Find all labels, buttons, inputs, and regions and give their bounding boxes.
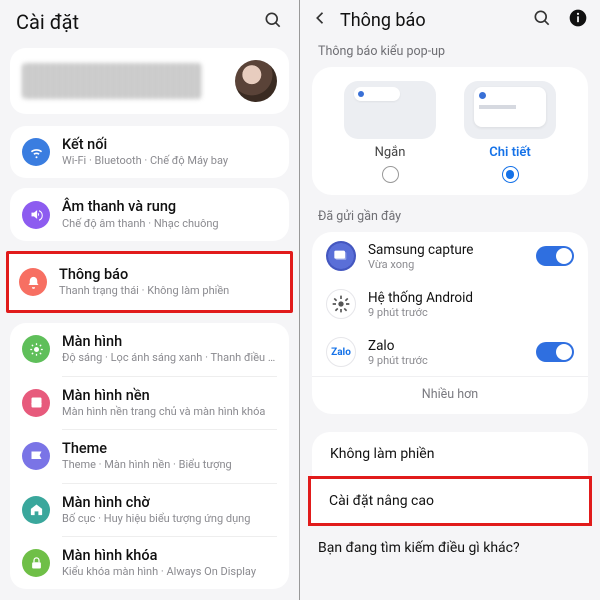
recent-app-row[interactable]: Samsung captureVừa xong xyxy=(312,232,588,280)
app-time: 9 phút trước xyxy=(368,354,524,367)
popup-style-detail[interactable]: Chi tiết xyxy=(459,81,561,183)
bell-icon xyxy=(19,268,47,296)
app-name: Hệ thống Android xyxy=(368,290,574,306)
settings-title: Cài đặt xyxy=(16,10,79,34)
row-subtitle: Chế độ âm thanh · Nhạc chuông xyxy=(62,217,277,231)
profile-name-blurred xyxy=(22,63,202,99)
recent-app-row[interactable]: ZaloZalo9 phút trước xyxy=(312,328,588,376)
row-title: Âm thanh và rung xyxy=(62,198,277,216)
row-title: Màn hình khóa xyxy=(62,547,277,565)
app-time: 9 phút trước xyxy=(368,306,574,319)
app-time: Vừa xong xyxy=(368,258,524,271)
android-system-icon xyxy=(326,289,356,319)
row-title: Theme xyxy=(62,440,277,458)
theme-icon xyxy=(22,442,50,470)
settings-row-wifi[interactable]: Kết nốiWi-Fi · Bluetooth · Chế độ Máy ba… xyxy=(10,126,289,178)
popup-style-label: Thông báo kiểu pop-up xyxy=(300,38,600,63)
back-icon[interactable] xyxy=(312,9,330,31)
wall-icon xyxy=(22,389,50,417)
lock-icon xyxy=(22,549,50,577)
settings-row-bell-highlighted[interactable]: Thông báoThanh trạng thái · Không làm ph… xyxy=(6,251,293,313)
settings-row-sun[interactable]: Màn hìnhĐộ sáng · Lọc ánh sáng xanh · Th… xyxy=(10,323,289,375)
avatar xyxy=(235,60,277,102)
row-title: Kết nối xyxy=(62,136,277,154)
recent-label: Đã gửi gần đây xyxy=(300,203,600,228)
settings-row-home[interactable]: Màn hình chờBố cục · Huy hiệu biểu tượng… xyxy=(10,484,289,536)
popup-style-short[interactable]: Ngắn xyxy=(339,81,441,183)
profile-card[interactable] xyxy=(10,48,289,114)
advanced-settings-row[interactable]: Cài đặt nâng cao xyxy=(308,476,592,526)
wifi-icon xyxy=(22,138,50,166)
radio-unselected[interactable] xyxy=(382,166,399,183)
search-icon[interactable] xyxy=(532,8,552,32)
settings-row-lock[interactable]: Màn hình khóaKiểu khóa màn hình · Always… xyxy=(10,537,289,589)
row-title: Màn hình chờ xyxy=(62,494,277,512)
row-subtitle: Màn hình nền trang chủ và màn hình khóa xyxy=(62,405,277,419)
row-title: Thông báo xyxy=(59,266,280,284)
recent-app-row[interactable]: Hệ thống Android9 phút trước xyxy=(312,280,588,328)
row-subtitle: Kiểu khóa màn hình · Always On Display xyxy=(62,565,277,579)
row-subtitle: Wi-Fi · Bluetooth · Chế độ Máy bay xyxy=(62,154,277,168)
settings-row-theme[interactable]: ThemeTheme · Màn hình nền · Biểu tượng xyxy=(10,430,289,482)
row-subtitle: Độ sáng · Lọc ánh sáng xanh · Thanh điều… xyxy=(62,351,277,365)
row-subtitle: Theme · Màn hình nền · Biểu tượng xyxy=(62,458,277,472)
radio-selected[interactable] xyxy=(502,166,519,183)
row-subtitle: Bố cục · Huy hiệu biểu tượng ứng dụng xyxy=(62,512,277,526)
settings-row-bell[interactable]: Thông báoThanh trạng thái · Không làm ph… xyxy=(9,254,290,310)
settings-row-sound[interactable]: Âm thanh và rungChế độ âm thanh · Nhạc c… xyxy=(10,188,289,240)
info-icon[interactable] xyxy=(568,8,588,32)
sound-icon xyxy=(22,201,50,229)
app-name: Zalo xyxy=(368,338,524,354)
row-title: Màn hình xyxy=(62,333,277,351)
settings-row-wall[interactable]: Màn hình nềnMàn hình nền trang chủ và mà… xyxy=(10,377,289,429)
toggle-switch-on[interactable] xyxy=(536,246,574,266)
dnd-row[interactable]: Không làm phiền xyxy=(312,432,588,476)
search-icon[interactable] xyxy=(263,10,283,34)
more-button[interactable]: Nhiều hơn xyxy=(312,376,588,414)
toggle-switch-on[interactable] xyxy=(536,342,574,362)
app-name: Samsung capture xyxy=(368,242,524,258)
row-title: Màn hình nền xyxy=(62,387,277,405)
notifications-title: Thông báo xyxy=(340,10,522,31)
zalo-icon: Zalo xyxy=(326,337,356,367)
sun-icon xyxy=(22,335,50,363)
row-subtitle: Thanh trạng thái · Không làm phiền xyxy=(59,284,280,298)
footer-question: Bạn đang tìm kiếm điều gì khác? xyxy=(300,526,600,556)
samsung-capture-icon xyxy=(326,241,356,271)
home-icon xyxy=(22,496,50,524)
